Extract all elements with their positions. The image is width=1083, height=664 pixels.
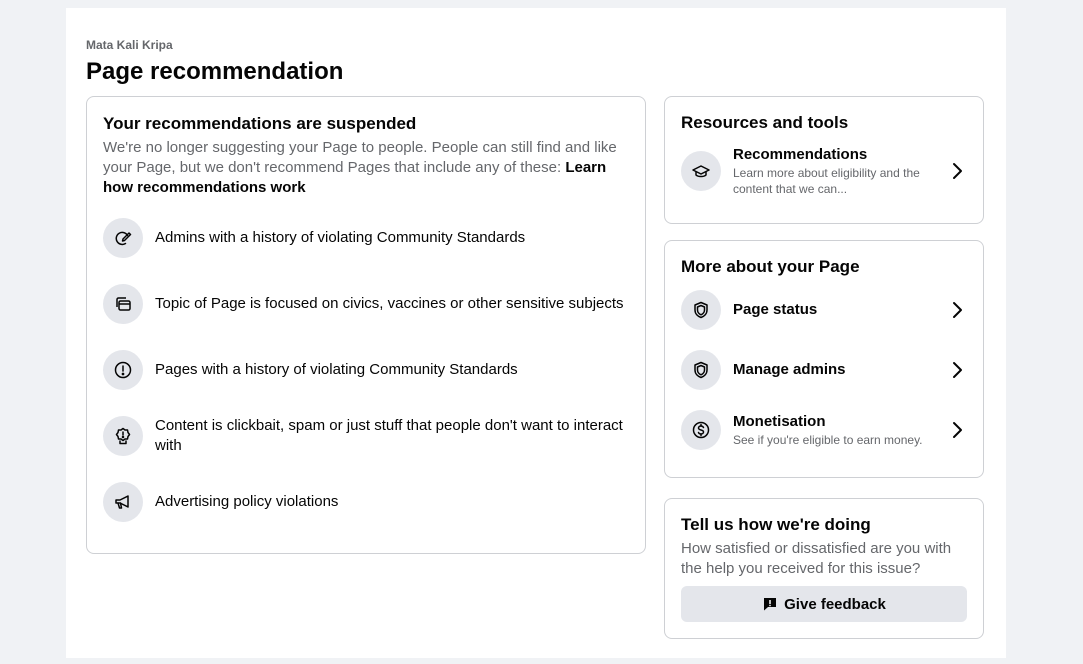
feedback-title: Tell us how we're doing — [681, 515, 871, 534]
manage-admins-row[interactable]: Manage admins — [681, 350, 967, 390]
reason-text: Topic of Page is focused on civics, vacc… — [155, 295, 624, 312]
give-feedback-label: Give feedback — [784, 595, 886, 613]
reason-item: Topic of Page is focused on civics, vacc… — [103, 284, 625, 324]
more-about-page-card: More about your Page Page status Manage … — [664, 240, 984, 478]
reason-item: Pages with a history of violating Commun… — [103, 350, 625, 390]
page-container: Mata Kali Kripa Page recommendation Your… — [66, 8, 1006, 658]
reason-item: Advertising policy violations — [103, 482, 625, 522]
suspended-description-text: We're no longer suggesting your Page to … — [103, 139, 617, 176]
megaphone-icon — [103, 482, 143, 522]
reason-text: Advertising policy violations — [155, 493, 339, 510]
feedback-card: Tell us how we're doing How satisfied or… — [664, 498, 984, 639]
edit-pen-icon — [103, 218, 143, 258]
dollar-circle-icon — [681, 410, 721, 450]
recommendations-suspended-card: Your recommendations are suspended We're… — [86, 96, 646, 554]
reason-text: Pages with a history of violating Commun… — [155, 361, 518, 378]
stacked-pages-icon — [103, 284, 143, 324]
chevron-right-icon — [947, 420, 967, 440]
row-body: Page status — [733, 300, 947, 320]
chevron-right-icon — [947, 161, 967, 181]
chevron-right-icon — [947, 360, 967, 380]
row-subtitle: Learn more about eligibility and the con… — [733, 166, 920, 196]
recommendations-link-row[interactable]: Recommendations Learn more about eligibi… — [681, 145, 967, 197]
give-feedback-button[interactable]: Give feedback — [681, 586, 967, 622]
row-title: Recommendations — [733, 146, 868, 163]
feedback-icon — [764, 598, 777, 611]
chevron-right-icon — [947, 300, 967, 320]
reason-item: Content is clickbait, spam or just stuff… — [103, 416, 625, 456]
row-subtitle: See if you're eligible to earn money. — [733, 433, 923, 447]
reason-text: Content is clickbait, spam or just stuff… — [155, 417, 623, 454]
page-title: Page recommendation — [86, 58, 344, 85]
page-status-row[interactable]: Page status — [681, 290, 967, 330]
alert-circle-icon — [103, 350, 143, 390]
monetisation-row[interactable]: Monetisation See if you're eligible to e… — [681, 410, 967, 450]
reason-text: Admins with a history of violating Commu… — [155, 229, 526, 246]
row-title: Page status — [733, 301, 818, 318]
more-about-title: More about your Page — [681, 257, 860, 276]
row-body: Monetisation See if you're eligible to e… — [733, 412, 947, 448]
reason-item: Admins with a history of violating Commu… — [103, 218, 625, 258]
shield-icon — [681, 290, 721, 330]
badge-alert-icon — [103, 416, 143, 456]
resources-title: Resources and tools — [681, 113, 849, 132]
resources-tools-card: Resources and tools Recommendations Lear… — [664, 96, 984, 224]
feedback-description: How satisfied or dissatisfied are you wi… — [681, 540, 952, 577]
suspended-description: We're no longer suggesting your Page to … — [103, 138, 623, 198]
shield-icon — [681, 350, 721, 390]
graduation-cap-icon — [681, 151, 721, 191]
row-title: Monetisation — [733, 413, 826, 430]
row-title: Manage admins — [733, 361, 846, 378]
row-body: Recommendations Learn more about eligibi… — [733, 145, 947, 197]
page-name: Mata Kali Kripa — [86, 38, 173, 52]
suspended-title: Your recommendations are suspended — [103, 114, 417, 133]
row-body: Manage admins — [733, 360, 947, 380]
